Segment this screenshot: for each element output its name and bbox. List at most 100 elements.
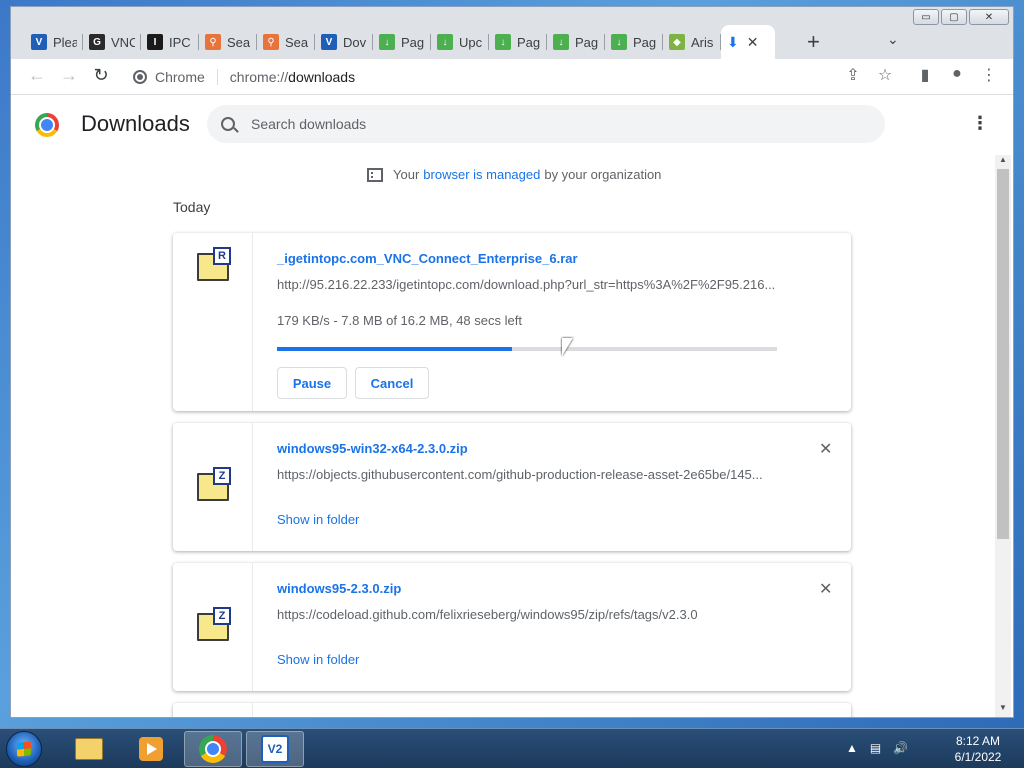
address-bar[interactable]: Chrome chrome://downloads: [123, 63, 903, 91]
download-status: 179 KB/s - 7.8 MB of 16.2 MB, 48 secs le…: [277, 313, 522, 328]
download-page-icon: ↓: [611, 34, 627, 50]
tab-0[interactable]: V Plea: [25, 25, 83, 59]
download-page-icon: ↓: [437, 34, 453, 50]
tab-6[interactable]: ↓ Pag: [373, 25, 431, 59]
show-in-folder-link[interactable]: Show in folder: [277, 512, 359, 527]
clock[interactable]: 8:12 AM 6/1/2022: [940, 733, 1016, 765]
tab-search-button[interactable]: ⌄: [887, 31, 899, 48]
close-tab-icon[interactable]: ✕: [747, 34, 759, 51]
managed-prefix: Your: [393, 167, 420, 182]
scroll-down-arrow-icon[interactable]: ▼: [995, 703, 1011, 717]
media-player-icon: [139, 737, 163, 761]
tab-label: Pag: [401, 34, 425, 50]
page-scrollbar[interactable]: ▲ ▼: [995, 155, 1011, 717]
browser-menu-icon[interactable]: ⋮: [979, 65, 999, 85]
show-hidden-icons-icon[interactable]: ▲: [846, 741, 858, 755]
forward-button[interactable]: →: [57, 65, 81, 86]
download-page-icon: ↓: [553, 34, 569, 50]
back-button[interactable]: ←: [25, 65, 49, 86]
tab-downloads-active[interactable]: ⬇ ✕: [721, 25, 775, 59]
source-url[interactable]: https://objects.githubusercontent.com/gi…: [277, 467, 777, 482]
clock-date: 6/1/2022: [954, 750, 1002, 764]
search-box[interactable]: [207, 105, 885, 143]
tab-11[interactable]: ◆ Aris: [663, 25, 721, 59]
file-icon-column: R: [173, 233, 253, 411]
remove-from-list-icon[interactable]: ✕: [819, 579, 832, 599]
share-icon[interactable]: ⇪: [843, 65, 863, 85]
volume-icon[interactable]: 🔊: [893, 741, 908, 755]
taskbar-chrome[interactable]: [184, 731, 242, 767]
source-url[interactable]: http://95.216.22.233/igetintopc.com/down…: [277, 277, 777, 292]
tab-label: Pag: [517, 34, 541, 50]
reload-button[interactable]: ↻: [89, 65, 113, 86]
tab-7[interactable]: ↓ Upc: [431, 25, 489, 59]
window-controls: ▭ ▢ ✕: [913, 9, 1009, 25]
tab-4[interactable]: ⚲ Sea: [257, 25, 315, 59]
rar-file-icon: R: [197, 247, 231, 281]
remove-from-list-icon[interactable]: ✕: [819, 439, 832, 459]
file-icon-column: [173, 703, 253, 717]
network-icon[interactable]: ▤: [870, 741, 881, 755]
minimize-button[interactable]: ▭: [913, 9, 939, 25]
vnc-icon: V2: [261, 735, 289, 763]
source-url[interactable]: https://codeload.github.com/felixriesebe…: [277, 607, 777, 622]
side-panel-icon[interactable]: ▮: [915, 65, 935, 85]
cancel-button[interactable]: Cancel: [355, 367, 429, 399]
download-item: Z windows95-win32-x64-2.3.0.zip https://…: [173, 423, 851, 551]
tab-1[interactable]: G VNC: [83, 25, 141, 59]
progress-fill: [277, 347, 512, 351]
tab-strip: ▭ ▢ ✕ VPleaGVNCIIPC⚲Sea⚲SeaVDov↓Pag↓Upc↓…: [11, 7, 1013, 59]
file-name-link[interactable]: windows95-win32-x64-2.3.0.zip: [277, 441, 468, 456]
building-icon: [367, 167, 383, 182]
scroll-thumb[interactable]: [997, 169, 1009, 539]
vnc-icon: V: [31, 34, 47, 50]
file-icon-column: Z: [173, 423, 253, 551]
download-item: R _igetintopc.com_VNC_Connect_Enterprise…: [173, 233, 851, 411]
downloads-header: Downloads ⋮: [11, 95, 1013, 151]
file-type-badge: Z: [213, 467, 231, 485]
tab-label: VNC: [111, 34, 135, 50]
download-page-icon: ↓: [495, 34, 511, 50]
tab-label: Pag: [575, 34, 599, 50]
zip-file-icon: Z: [197, 467, 231, 501]
tab-label: Dov: [343, 34, 367, 50]
new-tab-button[interactable]: +: [807, 29, 820, 55]
tab-10[interactable]: ↓ Pag: [605, 25, 663, 59]
tab-8[interactable]: ↓ Pag: [489, 25, 547, 59]
maximize-button[interactable]: ▢: [941, 9, 967, 25]
scroll-up-arrow-icon[interactable]: ▲: [995, 155, 1011, 169]
tab-5[interactable]: V Dov: [315, 25, 373, 59]
tab-label: Pag: [633, 34, 657, 50]
search-input[interactable]: [251, 116, 851, 132]
taskbar-vnc-viewer[interactable]: V2: [246, 731, 304, 767]
file-name-link[interactable]: windows95-2.3.0.zip: [277, 581, 401, 596]
vnc-icon: V: [321, 34, 337, 50]
chrome-page-icon: [133, 70, 147, 84]
file-type-badge: Z: [213, 607, 231, 625]
tab-9[interactable]: ↓ Pag: [547, 25, 605, 59]
site-chip: Chrome: [155, 69, 205, 85]
tab-2[interactable]: I IPC: [141, 25, 199, 59]
managed-link[interactable]: browser is managed: [423, 167, 540, 182]
tab-3[interactable]: ⚲ Sea: [199, 25, 257, 59]
pause-button[interactable]: Pause: [277, 367, 347, 399]
person-icon: ⚲: [263, 34, 279, 50]
tab-label: Aris: [691, 34, 714, 50]
taskbar: V2 ▲ ▤ 🔊 8:12 AM 6/1/2022: [0, 728, 1024, 768]
close-window-button[interactable]: ✕: [969, 9, 1009, 25]
progress-bar: [277, 347, 777, 351]
bookmark-star-icon[interactable]: ☆: [875, 65, 895, 85]
managed-notice: Your browser is managed by your organiza…: [367, 167, 661, 182]
tab-label: Sea: [227, 34, 251, 50]
taskbar-explorer[interactable]: [60, 731, 118, 767]
taskbar-media-player[interactable]: [122, 731, 180, 767]
profile-icon[interactable]: ●: [947, 65, 967, 83]
start-button[interactable]: [6, 731, 42, 767]
downloads-menu-icon[interactable]: ⋮: [971, 113, 989, 134]
folder-icon: [75, 738, 103, 760]
show-in-folder-link[interactable]: Show in folder: [277, 652, 359, 667]
download-item: [173, 703, 851, 717]
download-page-icon: ↓: [379, 34, 395, 50]
page-title: Downloads: [81, 111, 190, 136]
file-name-link[interactable]: _igetintopc.com_VNC_Connect_Enterprise_6…: [277, 251, 578, 266]
